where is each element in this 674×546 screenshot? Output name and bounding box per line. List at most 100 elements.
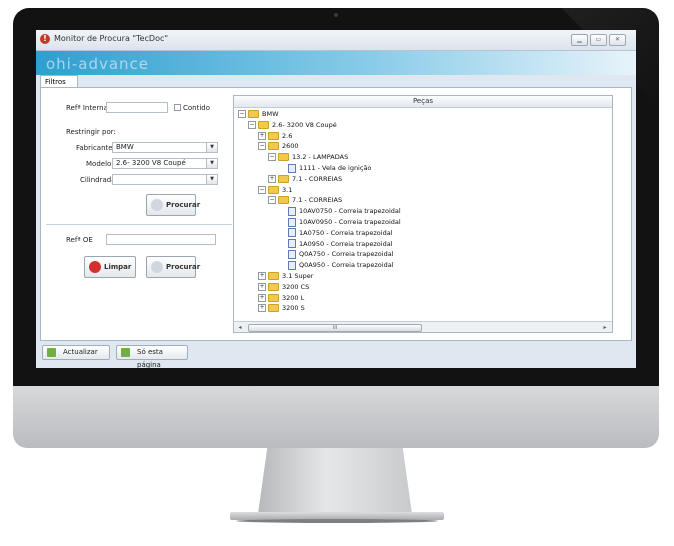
tab-filtros[interactable]: Filtros xyxy=(40,75,78,87)
chevron-down-icon[interactable]: ▼ xyxy=(206,175,217,184)
cilindrada-select[interactable]: ▼ xyxy=(112,174,218,185)
tree-node-label: BMW xyxy=(262,110,279,118)
document-icon xyxy=(288,217,296,227)
collapse-icon[interactable]: − xyxy=(258,185,266,194)
tree-node[interactable]: +2.6 xyxy=(258,131,292,141)
tree-node[interactable]: − 7.1 - CORREIAS xyxy=(268,195,342,205)
folder-icon xyxy=(268,142,279,151)
folder-icon xyxy=(278,174,289,183)
screen: ! Monitor de Procura "TecDoc" ▁ ▭ ✕ ohi-… xyxy=(36,30,636,368)
document-icon xyxy=(288,206,296,216)
tree-node-label: Q0A950 - Correia trapezoidal xyxy=(299,261,394,270)
folder-icon xyxy=(268,272,279,280)
tree-node[interactable]: − BMW xyxy=(238,109,279,119)
parts-tree[interactable]: Peças − BMW −2.6- 3200 V8 Coupé +2.6−2600−1… xyxy=(233,95,613,333)
collapse-icon[interactable]: − xyxy=(238,110,246,118)
tree-node-label: 10AV0750 - Correia trapezoidal xyxy=(299,207,401,216)
window-title: Monitor de Procura "TecDoc" xyxy=(54,34,169,43)
so-esta-pagina-button[interactable]: Só esta página xyxy=(116,345,188,368)
minimize-button[interactable]: ▁ xyxy=(571,34,588,46)
tree-node-label: 1A0750 - Correia trapezoidal xyxy=(299,228,393,237)
ref-oe-label: Refª OE xyxy=(66,236,93,244)
folder-icon xyxy=(258,120,269,129)
tree-node[interactable]: 1A0750 - Correia trapezoidal xyxy=(278,228,393,238)
camera xyxy=(334,13,338,17)
divider xyxy=(46,224,232,225)
ref-interna-label: Refª Interna xyxy=(66,104,108,112)
modelo-select[interactable]: 2.6- 3200 V8 Coupé ▼ xyxy=(112,158,218,169)
tree-node-label: 1111 - Vela de ignição xyxy=(299,164,372,172)
tree-node[interactable]: 10AV0750 - Correia trapezoidal xyxy=(278,206,401,216)
expand-icon[interactable]: + xyxy=(258,293,266,302)
ref-interna-input[interactable] xyxy=(106,102,168,113)
folder-icon xyxy=(268,131,279,140)
expand-icon[interactable]: + xyxy=(258,304,266,313)
collapse-icon[interactable]: − xyxy=(268,153,276,162)
tree-node-label: 3200 CS xyxy=(282,282,310,291)
collapse-icon[interactable]: − xyxy=(248,120,256,129)
tree-node[interactable]: Q0A750 - Correia trapezoidal xyxy=(278,249,393,259)
tree-node-label: 2.6- 3200 V8 Coupé xyxy=(272,120,337,129)
chevron-down-icon[interactable]: ▼ xyxy=(206,143,217,152)
contido-label: Contido xyxy=(183,104,211,112)
tree-node[interactable]: 1111 - Vela de ignição xyxy=(278,163,371,173)
actualizar-button[interactable]: Actualizar xyxy=(42,345,110,360)
tree-node[interactable]: − 2600 xyxy=(258,141,299,151)
monitor-shadow xyxy=(236,519,438,523)
scroll-thumb[interactable]: III xyxy=(248,324,422,332)
tree-node-label: 1A0950 - Correia trapezoidal xyxy=(299,239,393,248)
expand-icon[interactable]: + xyxy=(268,174,276,183)
tree-node[interactable]: +3200 CS xyxy=(258,282,309,292)
tree-node[interactable]: − 3.1 xyxy=(258,185,292,195)
search-icon xyxy=(151,199,163,211)
tree-node[interactable]: +3200 S xyxy=(258,303,305,313)
tree-node-label: 10AV0950 - Correia trapezoidal xyxy=(299,218,401,226)
fabricante-select[interactable]: BMW ▼ xyxy=(112,142,218,153)
expand-icon[interactable]: + xyxy=(258,131,266,140)
cilindrada-label: Cilindrada xyxy=(80,176,116,184)
tree-node[interactable]: 10AV0950 - Correia trapezoidal xyxy=(278,217,401,227)
scroll-right-icon[interactable]: ▸ xyxy=(600,323,610,332)
banner-logo: ohi-advance xyxy=(46,55,150,73)
tree-header: Peças xyxy=(234,96,612,108)
tree-node[interactable]: 1A0950 - Correia trapezoidal xyxy=(278,239,393,249)
modelo-value: 2.6- 3200 V8 Coupé xyxy=(116,159,186,167)
contido-checkbox[interactable] xyxy=(174,104,181,111)
tree-node-label: 7.1 - CORREIAS xyxy=(292,196,343,205)
tree-node[interactable]: +3200 L xyxy=(258,293,304,303)
app-banner: ohi-advance xyxy=(36,51,636,75)
fabricante-label: Fabricante xyxy=(76,144,113,152)
horizontal-scrollbar[interactable]: ◂ III ▸ xyxy=(234,321,612,332)
tree-node[interactable]: − 2.6- 3200 V8 Coupé xyxy=(248,120,337,130)
tree-node[interactable]: − 13.2 - LAMPADAS xyxy=(268,152,348,162)
folder-icon xyxy=(268,293,279,302)
refresh-icon xyxy=(121,348,130,357)
tree-node[interactable]: +7.1 - CORREIAS xyxy=(268,174,342,184)
expand-icon[interactable]: + xyxy=(258,272,266,280)
tree-node-label: 3.1 Super xyxy=(282,272,314,280)
collapse-icon[interactable]: − xyxy=(268,196,276,205)
chevron-down-icon[interactable]: ▼ xyxy=(206,159,217,168)
document-icon xyxy=(288,239,296,249)
tab-strip xyxy=(36,75,636,87)
fabricante-value: BMW xyxy=(116,143,134,151)
monitor-stand xyxy=(258,448,412,514)
ref-oe-input[interactable] xyxy=(106,234,216,245)
folder-icon xyxy=(268,185,279,194)
expand-icon[interactable]: + xyxy=(258,282,266,291)
folder-icon xyxy=(278,196,289,205)
window-titlebar: ! Monitor de Procura "TecDoc" ▁ ▭ ✕ xyxy=(36,30,636,51)
folder-icon xyxy=(248,110,259,118)
collapse-icon[interactable]: − xyxy=(258,142,266,151)
scroll-left-icon[interactable]: ◂ xyxy=(235,323,245,332)
clear-icon xyxy=(89,261,101,273)
modelo-label: Modelo xyxy=(86,160,112,168)
limpar-button[interactable]: Limpar xyxy=(84,256,136,278)
procurar-button[interactable]: Procurar xyxy=(146,194,200,216)
tree-node[interactable]: +3.1 Super xyxy=(258,271,313,281)
restringir-label: Restringir por: xyxy=(66,128,116,136)
folder-icon xyxy=(268,304,279,313)
tree-node[interactable]: Q0A950 - Correia trapezoidal xyxy=(278,260,393,270)
procurar-oe-button[interactable]: Procurar xyxy=(146,256,200,278)
document-icon xyxy=(288,228,296,238)
